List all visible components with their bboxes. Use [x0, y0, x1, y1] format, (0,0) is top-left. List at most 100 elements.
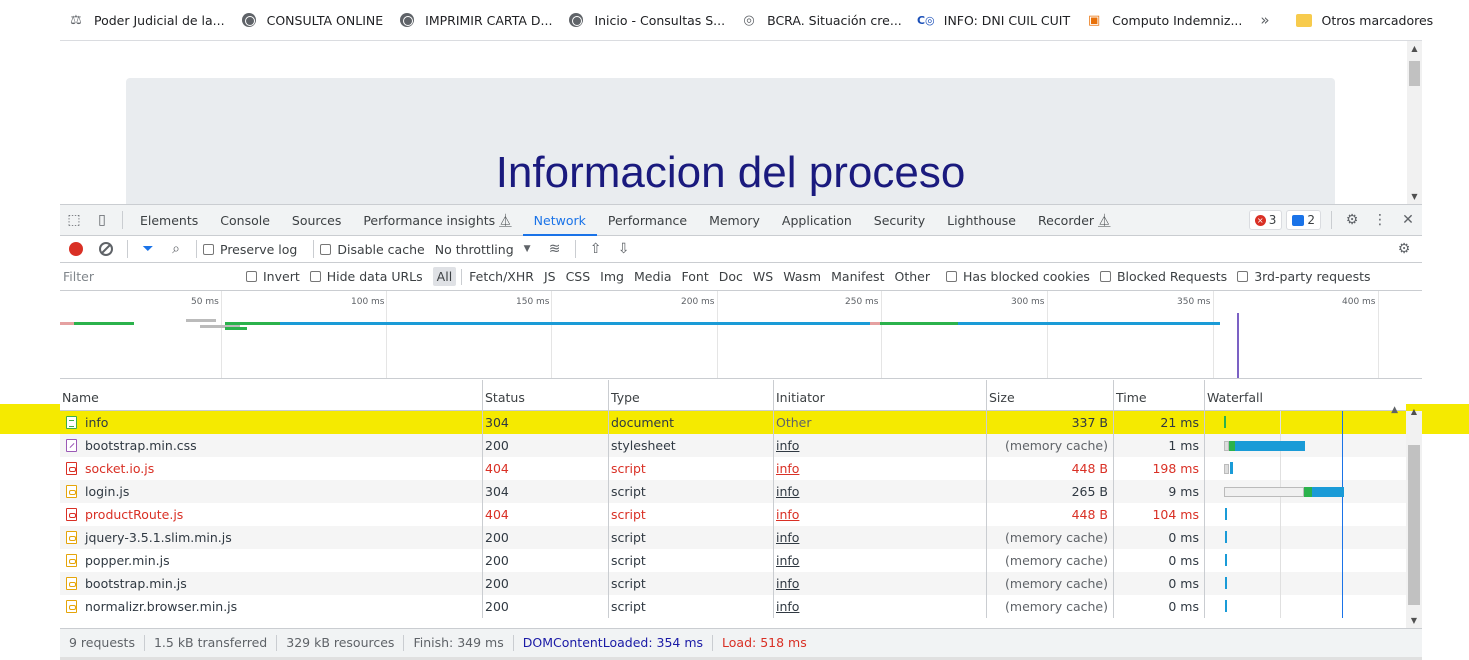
cell-name[interactable]: info — [60, 411, 483, 434]
device-toolbar-icon[interactable]: ▯ — [88, 206, 116, 234]
tab-security[interactable]: Security — [863, 205, 936, 236]
column-header-type[interactable]: Type — [609, 380, 774, 411]
column-header-time[interactable]: Time — [1114, 380, 1205, 411]
bookmark-item[interactable]: IMPRIMIR CARTA D... — [391, 6, 560, 34]
cell-initiator[interactable]: info — [774, 457, 987, 480]
tab-sources[interactable]: Sources — [281, 205, 352, 236]
tab-console[interactable]: Console — [209, 205, 281, 236]
bookmark-item[interactable]: CONSULTA ONLINE — [233, 6, 392, 34]
table-row[interactable]: bootstrap.min.js 200 script info (memory cac… — [60, 572, 1406, 595]
more-options-icon[interactable]: ⋮ — [1366, 206, 1394, 234]
clear-button[interactable] — [99, 242, 113, 256]
cell-name[interactable]: bootstrap.min.css — [60, 434, 483, 457]
cell-name[interactable]: productRoute.js — [60, 503, 483, 526]
tab-performance[interactable]: Performance — [597, 205, 698, 236]
bookmark-item[interactable]: ◎ BCRA. Situación cre... — [733, 6, 910, 34]
column-header-name[interactable]: Name — [60, 380, 483, 411]
cell-name[interactable]: login.js — [60, 480, 483, 503]
table-row[interactable]: info 304 document Other 337 B 21 ms — [60, 411, 1406, 434]
inspect-element-icon[interactable]: ⬚ — [60, 206, 88, 234]
table-row[interactable]: jquery-3.5.1.slim.min.js 200 script info (me… — [60, 526, 1406, 549]
scroll-down-arrow-icon[interactable]: ▼ — [1406, 616, 1422, 625]
has-blocked-cookies-checkbox[interactable]: Has blocked cookies — [945, 269, 1090, 284]
cell-initiator[interactable]: info — [774, 526, 987, 549]
cell-name[interactable]: popper.min.js — [60, 549, 483, 572]
close-icon[interactable]: ✕ — [1394, 206, 1422, 234]
filter-type-all[interactable]: All — [432, 267, 457, 286]
cell-initiator[interactable]: info — [774, 480, 987, 503]
bookmark-item[interactable]: Inicio - Consultas S... — [560, 6, 733, 34]
scrollbar-thumb[interactable] — [1409, 61, 1420, 86]
cell-name[interactable]: bootstrap.min.js — [60, 572, 483, 595]
bookmarks-more-button[interactable]: » — [1250, 11, 1279, 29]
filter-type-ws[interactable]: WS — [749, 267, 777, 286]
bookmark-item[interactable]: C◎ INFO: DNI CUIL CUIT — [910, 6, 1078, 34]
bookmark-item[interactable]: ⚖ Poder Judicial de la... — [60, 6, 233, 34]
tab-elements[interactable]: Elements — [129, 205, 209, 236]
network-overview-timeline[interactable]: 50 ms 100 ms 150 ms 200 ms 250 ms 300 ms… — [60, 291, 1422, 379]
column-header-initiator[interactable]: Initiator — [774, 380, 987, 411]
tab-network[interactable]: Network — [522, 205, 597, 236]
table-row[interactable]: popper.min.js 200 script info (memory cache)… — [60, 549, 1406, 572]
tab-performance-insights[interactable]: Performance insights ⏅ — [352, 205, 522, 236]
checkbox-box[interactable] — [203, 243, 214, 255]
preserve-log-checkbox[interactable]: Preserve log — [203, 242, 297, 257]
filter-input[interactable] — [60, 265, 240, 288]
cell-initiator[interactable]: info — [774, 595, 987, 618]
cell-name[interactable]: socket.io.js — [60, 457, 483, 480]
scroll-down-arrow-icon[interactable]: ▼ — [1407, 192, 1422, 201]
checkbox-box[interactable] — [1099, 271, 1111, 282]
filter-type-wasm[interactable]: Wasm — [779, 267, 825, 286]
hide-data-urls-checkbox[interactable]: Hide data URLs — [309, 269, 423, 284]
cell-initiator[interactable]: info — [774, 434, 987, 457]
upload-icon[interactable]: ⇧ — [582, 235, 610, 263]
page-scrollbar[interactable]: ▲ ▼ — [1407, 41, 1422, 204]
checkbox-box[interactable] — [246, 271, 257, 282]
table-scrollbar[interactable]: ▲ ▼ — [1406, 407, 1422, 628]
checkbox-box[interactable] — [1237, 271, 1249, 282]
bookmark-item[interactable]: ▣ Computo Indemniz... — [1078, 6, 1250, 34]
throttling-select[interactable]: No throttling — [435, 242, 514, 257]
cell-name[interactable]: jquery-3.5.1.slim.min.js — [60, 526, 483, 549]
tab-application[interactable]: Application — [771, 205, 863, 236]
filter-type-img[interactable]: Img — [596, 267, 628, 286]
filter-type-manifest[interactable]: Manifest — [827, 267, 888, 286]
filter-type-other[interactable]: Other — [890, 267, 934, 286]
message-count-badge[interactable]: 2 — [1286, 210, 1321, 230]
cell-name[interactable]: normalizr.browser.min.js — [60, 595, 483, 618]
filter-type-js[interactable]: JS — [540, 267, 560, 286]
scroll-up-arrow-icon[interactable]: ▲ — [1406, 407, 1422, 416]
tab-lighthouse[interactable]: Lighthouse — [936, 205, 1027, 236]
table-row[interactable]: socket.io.js 404 script info 448 B 198 ms — [60, 457, 1406, 480]
filter-funnel-icon[interactable]: ⏷ — [134, 235, 162, 263]
scrollbar-thumb[interactable] — [1408, 445, 1420, 605]
tab-recorder[interactable]: Recorder ⏅ — [1027, 205, 1122, 236]
record-button[interactable] — [69, 242, 83, 256]
column-header-size[interactable]: Size — [987, 380, 1114, 411]
blocked-requests-checkbox[interactable]: Blocked Requests — [1099, 269, 1227, 284]
cell-initiator[interactable]: info — [774, 503, 987, 526]
filter-type-media[interactable]: Media — [630, 267, 676, 286]
settings-gear-icon[interactable]: ⚙ — [1338, 206, 1366, 234]
checkbox-box[interactable] — [945, 271, 957, 282]
column-header-waterfall[interactable]: Waterfall ▲ — [1205, 380, 1406, 415]
cell-initiator[interactable]: info — [774, 549, 987, 572]
download-icon[interactable]: ⇩ — [610, 235, 638, 263]
table-row[interactable]: normalizr.browser.min.js 200 script info (me… — [60, 595, 1406, 618]
cell-initiator[interactable]: info — [774, 572, 987, 595]
search-icon[interactable]: ⌕ — [162, 235, 190, 263]
checkbox-box[interactable] — [309, 271, 321, 282]
checkbox-box[interactable] — [320, 243, 332, 255]
filter-type-fetch-xhr[interactable]: Fetch/XHR — [465, 267, 538, 286]
filter-type-doc[interactable]: Doc — [715, 267, 747, 286]
network-conditions-icon[interactable]: ≋ — [541, 235, 569, 263]
table-row[interactable]: bootstrap.min.css 200 stylesheet info (memor… — [60, 434, 1406, 457]
column-header-status[interactable]: Status — [483, 380, 609, 411]
error-count-badge[interactable]: × 3 — [1248, 210, 1283, 230]
table-row[interactable]: productRoute.js 404 script info 448 B 104 ms — [60, 503, 1406, 526]
chevron-down-icon[interactable]: ▼ — [524, 244, 531, 254]
filter-type-css[interactable]: CSS — [562, 267, 595, 286]
disable-cache-checkbox[interactable]: Disable cache — [320, 242, 425, 257]
table-row[interactable]: login.js 304 script info 265 B9 ms — [60, 480, 1406, 503]
third-party-requests-checkbox[interactable]: 3rd-party requests — [1237, 269, 1371, 284]
